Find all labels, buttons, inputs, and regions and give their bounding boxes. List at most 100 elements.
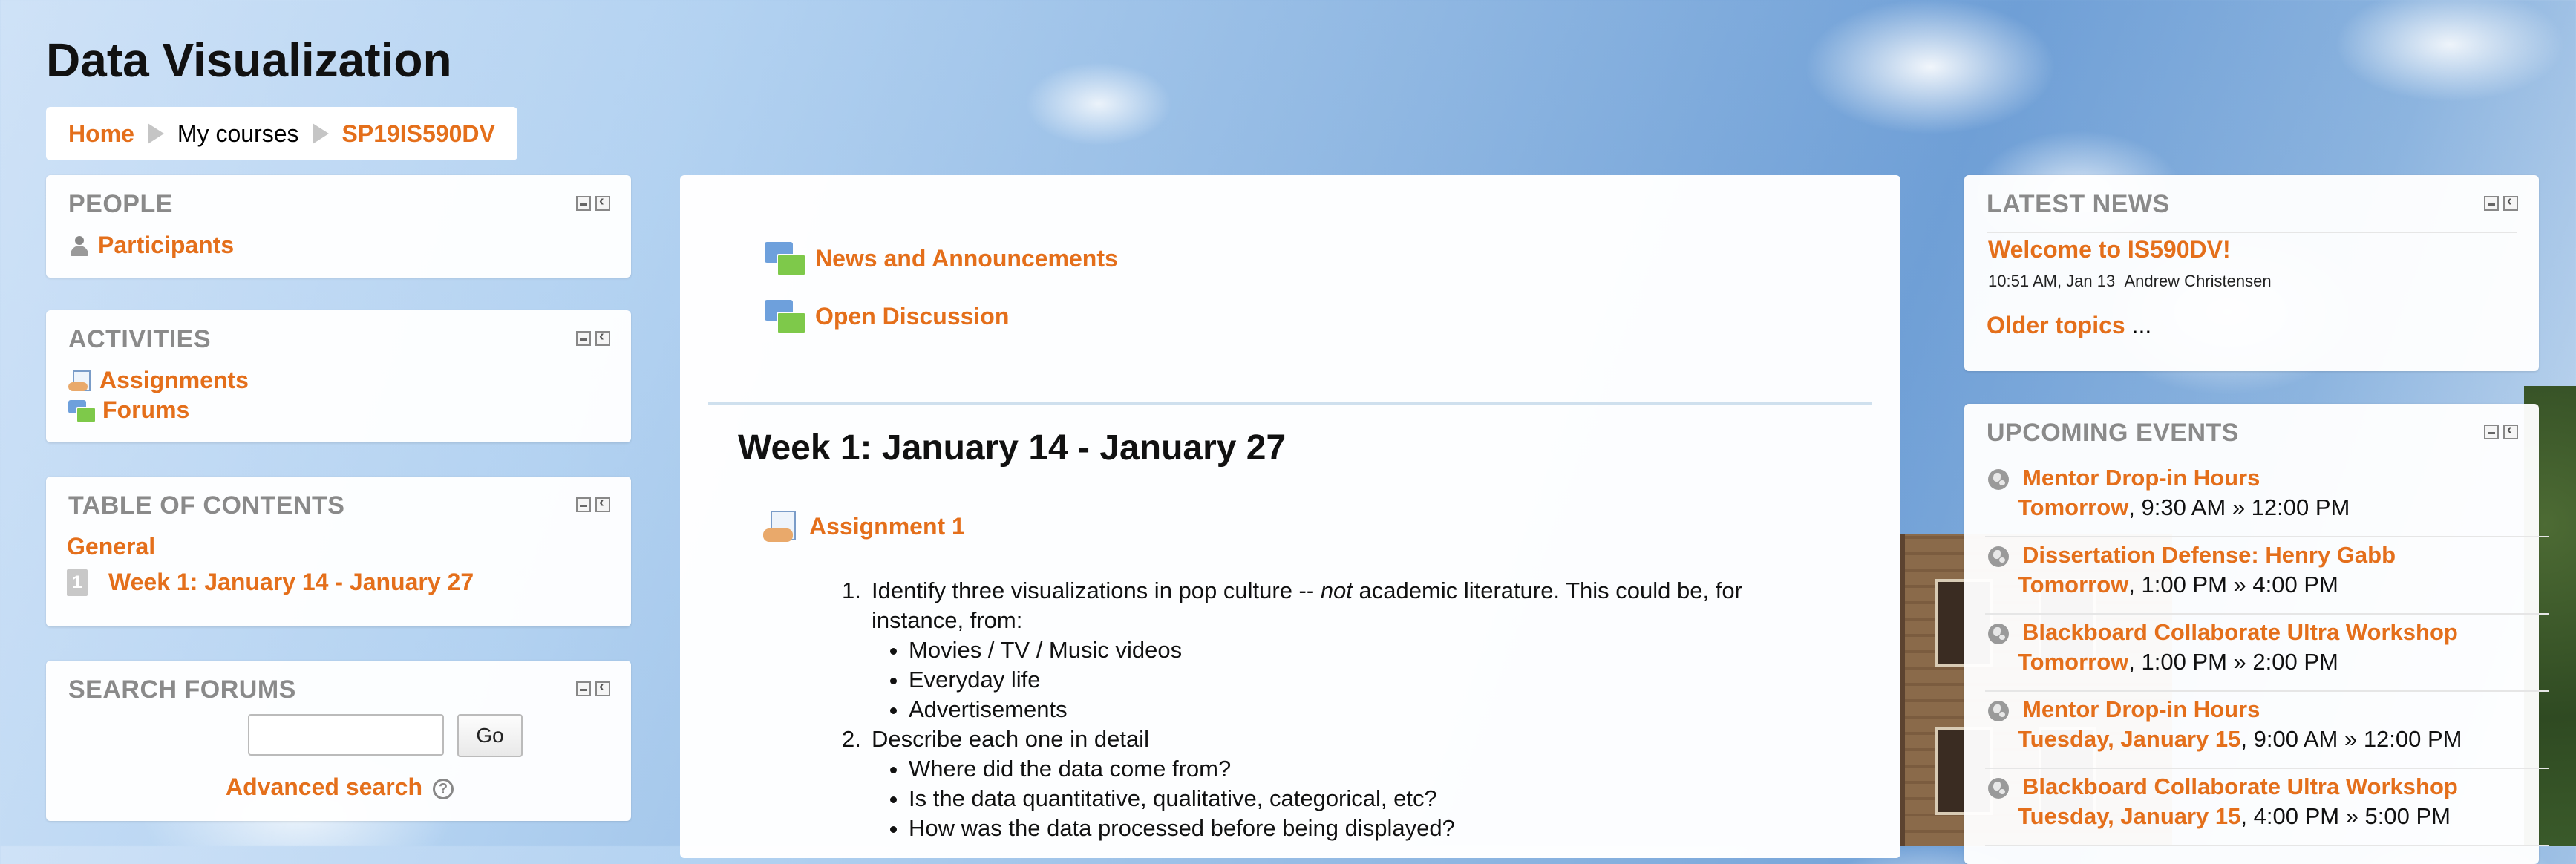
news-post-title[interactable]: Welcome to IS590DV! [1988, 236, 2231, 264]
bullet-item: Where did the data come from? [909, 754, 1807, 784]
list-number: 2. [842, 726, 861, 752]
item2-text: Describe each one in detail [872, 726, 1149, 752]
forum-icon [765, 298, 806, 334]
minimize-icon[interactable] [2484, 196, 2499, 211]
dock-icon[interactable] [2503, 193, 2518, 211]
globe-icon [1988, 624, 2009, 644]
forums-label: Forums [102, 396, 190, 423]
assignments-label: Assignments [99, 367, 249, 393]
assignments-link[interactable]: Assignments [68, 367, 249, 394]
dock-icon[interactable] [595, 193, 610, 211]
event-item: Dissertation Defense: Henry Gabb Tomorro… [1985, 542, 2549, 615]
dock-icon[interactable] [595, 678, 610, 696]
toc-week1-label: Week 1: January 14 - January 27 [108, 569, 474, 595]
event-day-link[interactable]: Tomorrow [2018, 494, 2128, 520]
event-item: Blackboard Collaborate Ultra Workshop To… [1985, 619, 2549, 692]
event-hours: , 1:00 PM » 2:00 PM [2128, 649, 2338, 675]
news-post-meta: 10:51 AM, Jan 13 Andrew Christensen [1988, 272, 2272, 291]
event-title[interactable]: Mentor Drop-in Hours [2022, 465, 2260, 491]
list-item: 2. Describe each one in detail Where did… [842, 724, 1807, 843]
assignment-icon [763, 508, 800, 545]
forum-icon [68, 399, 97, 423]
globe-icon [1988, 469, 2009, 490]
participants-label: Participants [98, 232, 235, 258]
minimize-icon[interactable] [576, 497, 591, 512]
breadcrumb-separator-icon [312, 123, 329, 144]
course-content: News and Announcements Open Discussion W… [680, 175, 1900, 858]
event-title[interactable]: Blackboard Collaborate Ultra Workshop [2022, 773, 2458, 800]
help-icon[interactable]: ? [433, 778, 454, 799]
bullet-list: Movies / TV / Music videos Everyday life… [872, 635, 1807, 724]
news-post-time: 10:51 AM, Jan 13 [1988, 272, 2116, 290]
block-title: TABLE OF CONTENTS [68, 491, 345, 520]
forums-link[interactable]: Forums [68, 396, 189, 424]
block-controls [576, 678, 610, 696]
go-button[interactable]: Go [457, 714, 523, 757]
dock-icon[interactable] [595, 494, 610, 512]
block-title: LATEST NEWS [1987, 190, 2170, 218]
block-divider [1987, 232, 2517, 233]
event-time: Tuesday, January 15, 4:00 PM » 5:00 PM [2018, 803, 2451, 830]
search-forums-block: SEARCH FORUMS Go Advanced search? [46, 661, 631, 821]
globe-icon [1988, 546, 2009, 567]
event-item: Mentor Drop-in Hours Tomorrow, 9:30 AM »… [1985, 465, 2549, 537]
breadcrumb: Home My courses SP19IS590DV [46, 107, 517, 160]
page-title: Data Visualization [46, 33, 452, 87]
event-day-link[interactable]: Tuesday, January 15 [2018, 803, 2240, 829]
assignment-icon [68, 369, 92, 393]
block-title: SEARCH FORUMS [68, 675, 296, 704]
list-item: 1. Identify three visualizations in pop … [842, 576, 1807, 724]
globe-icon [1988, 701, 2009, 721]
block-controls [2484, 422, 2518, 439]
bullet-item: Everyday life [909, 665, 1807, 695]
dock-icon[interactable] [595, 328, 610, 346]
event-day-link[interactable]: Tomorrow [2018, 649, 2128, 675]
upcoming-events-block: UPCOMING EVENTS Mentor Drop-in Hours Tom… [1964, 404, 2549, 864]
news-post-author: Andrew Christensen [2124, 272, 2272, 290]
event-day-link[interactable]: Tomorrow [2018, 572, 2128, 598]
minimize-icon[interactable] [576, 681, 591, 696]
minimize-icon[interactable] [576, 196, 591, 211]
search-forums-input[interactable] [248, 714, 444, 756]
item1-text: Identify three visualizations in pop cul… [872, 577, 1321, 603]
advanced-search-row: Advanced search? [226, 773, 454, 801]
block-controls [576, 494, 610, 512]
event-item: Blackboard Collaborate Ultra Workshop Tu… [1985, 773, 2549, 846]
older-topics-ellipsis: ... [2125, 312, 2152, 338]
event-hours: , 9:00 AM » 12:00 PM [2240, 726, 2462, 752]
minimize-icon[interactable] [2484, 425, 2499, 439]
news-forum-link[interactable]: News and Announcements [765, 240, 1118, 276]
block-title: ACTIVITIES [68, 325, 212, 353]
event-title[interactable]: Blackboard Collaborate Ultra Workshop [2022, 619, 2458, 646]
bullet-item: Movies / TV / Music videos [909, 635, 1807, 665]
event-hours: , 9:30 AM » 12:00 PM [2128, 494, 2350, 520]
toc-general-link[interactable]: General [67, 533, 155, 560]
assignment-1-link[interactable]: Assignment 1 [763, 508, 965, 545]
news-forum-label: News and Announcements [815, 244, 1118, 272]
open-discussion-link[interactable]: Open Discussion [765, 298, 1009, 334]
forum-icon [765, 240, 806, 276]
week-title: Week 1: January 14 - January 27 [738, 428, 1287, 468]
bullet-list: Where did the data come from? Is the dat… [872, 754, 1807, 843]
event-title[interactable]: Mentor Drop-in Hours [2022, 696, 2260, 723]
participants-link[interactable]: Participants [68, 232, 234, 259]
older-topics-link[interactable]: Older topics [1987, 312, 2125, 338]
dock-icon[interactable] [2503, 422, 2518, 439]
event-item: Mentor Drop-in Hours Tuesday, January 15… [1985, 696, 2549, 769]
breadcrumb-home[interactable]: Home [68, 120, 134, 148]
breadcrumb-course[interactable]: SP19IS590DV [342, 120, 495, 148]
breadcrumb-my-courses: My courses [177, 120, 299, 147]
older-topics-row: Older topics ... [1987, 312, 2151, 339]
block-controls [576, 193, 610, 211]
instruction-list: 1. Identify three visualizations in pop … [842, 576, 1807, 843]
bullet-item: How was the data processed before being … [909, 814, 1807, 843]
advanced-search-link[interactable]: Advanced search [226, 773, 422, 800]
assignment-description: 1. Identify three visualizations in pop … [842, 576, 1807, 843]
toc-week1-link[interactable]: 1 Week 1: January 14 - January 27 [67, 569, 474, 596]
event-day-link[interactable]: Tuesday, January 15 [2018, 726, 2240, 752]
event-hours: , 1:00 PM » 4:00 PM [2128, 572, 2338, 598]
minimize-icon[interactable] [576, 331, 591, 346]
breadcrumb-separator-icon [147, 123, 164, 144]
event-title[interactable]: Dissertation Defense: Henry Gabb [2022, 542, 2396, 569]
event-hours: , 4:00 PM » 5:00 PM [2240, 803, 2451, 829]
